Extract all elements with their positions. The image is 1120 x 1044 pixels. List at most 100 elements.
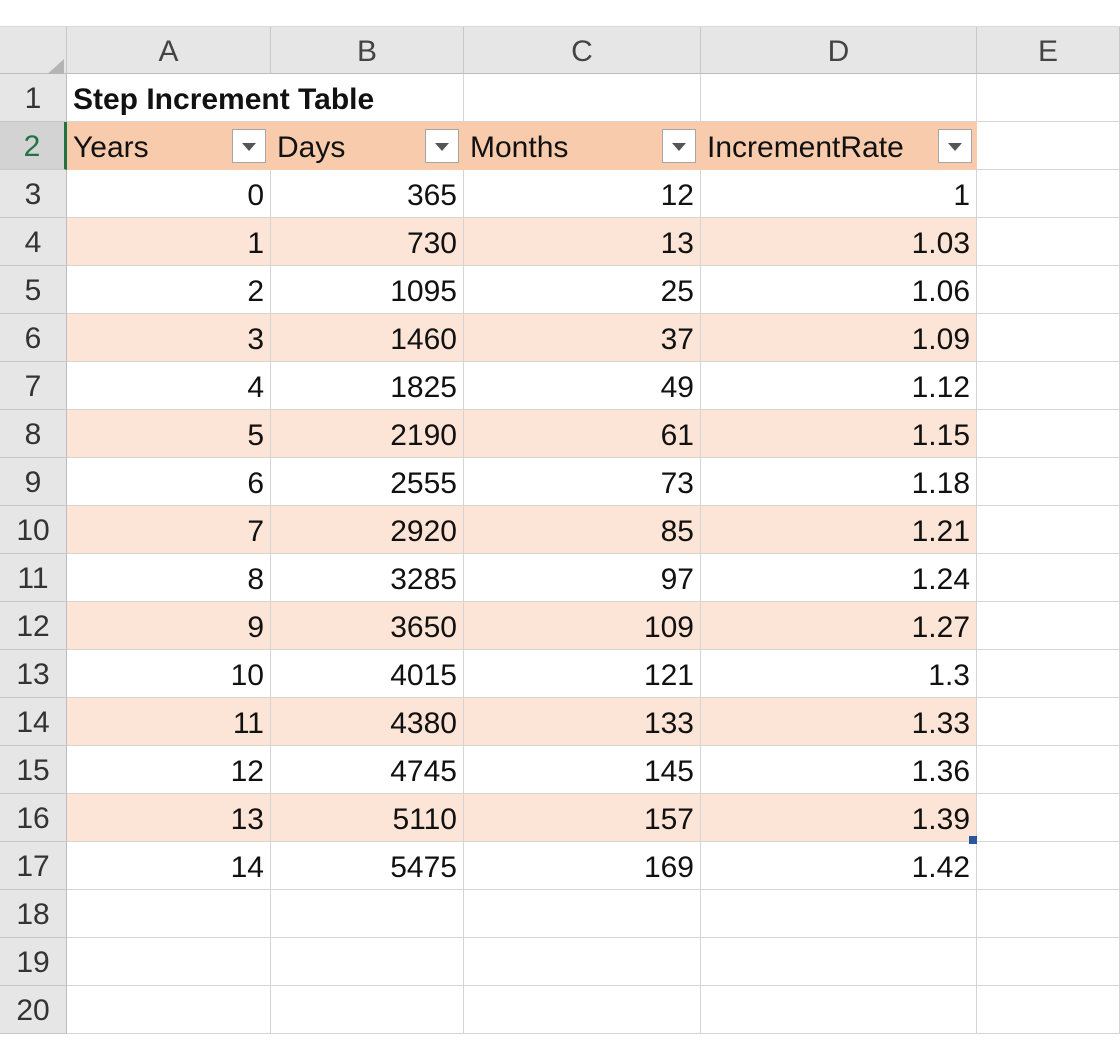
table-cell[interactable]: 1.42 [701, 842, 977, 890]
table-cell[interactable]: 12 [464, 170, 701, 218]
row-header-14[interactable]: 14 [0, 698, 67, 746]
cell-e17[interactable] [977, 842, 1120, 890]
cell-e8[interactable] [977, 410, 1120, 458]
row-header-17[interactable]: 17 [0, 842, 67, 890]
table-cell[interactable]: 1.21 [701, 506, 977, 554]
table-cell[interactable]: 1.09 [701, 314, 977, 362]
row-header-9[interactable]: 9 [0, 458, 67, 506]
table-cell[interactable]: 2920 [271, 506, 464, 554]
table-cell[interactable]: 37 [464, 314, 701, 362]
table-cell[interactable]: 2555 [271, 458, 464, 506]
table-cell[interactable]: 169 [464, 842, 701, 890]
cell-e19[interactable] [977, 938, 1120, 986]
table-cell[interactable]: 4015 [271, 650, 464, 698]
table-cell[interactable]: 85 [464, 506, 701, 554]
table-header-months[interactable]: Months [464, 122, 701, 170]
cell-e11[interactable] [977, 554, 1120, 602]
table-cell[interactable]: 5 [67, 410, 271, 458]
table-cell[interactable]: 9 [67, 602, 271, 650]
table-cell[interactable]: 1.27 [701, 602, 977, 650]
table-cell[interactable]: 2190 [271, 410, 464, 458]
table-cell[interactable]: 1825 [271, 362, 464, 410]
row-header-4[interactable]: 4 [0, 218, 67, 266]
table-cell[interactable]: 1.03 [701, 218, 977, 266]
cell-e16[interactable] [977, 794, 1120, 842]
row-header-16[interactable]: 16 [0, 794, 67, 842]
table-header-years[interactable]: Years [67, 122, 271, 170]
filter-dropdown-icon[interactable] [232, 129, 266, 163]
table-cell[interactable]: 365 [271, 170, 464, 218]
column-header-b[interactable]: B [271, 27, 464, 74]
filter-dropdown-icon[interactable] [662, 129, 696, 163]
cell-e7[interactable] [977, 362, 1120, 410]
cell-c1[interactable] [464, 74, 701, 122]
row-header-12[interactable]: 12 [0, 602, 67, 650]
table-cell[interactable]: 11 [67, 698, 271, 746]
column-header-a[interactable]: A [67, 27, 271, 74]
table-cell[interactable]: 6 [67, 458, 271, 506]
cell-e6[interactable] [977, 314, 1120, 362]
row-header-7[interactable]: 7 [0, 362, 67, 410]
table-cell[interactable]: 97 [464, 554, 701, 602]
table-cell[interactable]: 13 [464, 218, 701, 266]
table-cell[interactable]: 121 [464, 650, 701, 698]
row-header-20[interactable]: 20 [0, 986, 67, 1034]
table-cell[interactable]: 3650 [271, 602, 464, 650]
cell-e14[interactable] [977, 698, 1120, 746]
column-header-c[interactable]: C [464, 27, 701, 74]
cell-d19[interactable] [701, 938, 977, 986]
cell-e15[interactable] [977, 746, 1120, 794]
table-cell[interactable]: 1.15 [701, 410, 977, 458]
table-cell[interactable]: 13 [67, 794, 271, 842]
table-cell[interactable]: 12 [67, 746, 271, 794]
table-cell[interactable]: 1095 [271, 266, 464, 314]
column-header-d[interactable]: D [701, 27, 977, 74]
cell-e20[interactable] [977, 986, 1120, 1034]
cell-a19[interactable] [67, 938, 271, 986]
table-cell[interactable]: 3 [67, 314, 271, 362]
table-cell[interactable]: 0 [67, 170, 271, 218]
table-cell[interactable]: 7 [67, 506, 271, 554]
select-all-corner[interactable] [0, 27, 67, 97]
table-cell[interactable]: 4 [67, 362, 271, 410]
table-cell[interactable]: 730 [271, 218, 464, 266]
cell-c18[interactable] [464, 890, 701, 938]
table-cell[interactable]: 1.12 [701, 362, 977, 410]
table-cell[interactable]: 1.39 [701, 794, 977, 842]
table-cell[interactable]: 8 [67, 554, 271, 602]
cell-b18[interactable] [271, 890, 464, 938]
cell-b1[interactable] [271, 74, 464, 122]
cell-b19[interactable] [271, 938, 464, 986]
row-header-11[interactable]: 11 [0, 554, 67, 602]
cell-e10[interactable] [977, 506, 1120, 554]
cell-e12[interactable] [977, 602, 1120, 650]
table-cell[interactable]: 1.33 [701, 698, 977, 746]
cell-e2[interactable] [977, 122, 1120, 170]
table-cell[interactable]: 133 [464, 698, 701, 746]
table-cell[interactable]: 49 [464, 362, 701, 410]
table-cell[interactable]: 4745 [271, 746, 464, 794]
row-header-15[interactable]: 15 [0, 746, 67, 794]
cell-d1[interactable] [701, 74, 977, 122]
table-cell[interactable]: 1 [701, 170, 977, 218]
table-cell[interactable]: 1 [67, 218, 271, 266]
filter-dropdown-icon[interactable] [425, 129, 459, 163]
cell-e5[interactable] [977, 266, 1120, 314]
row-header-1[interactable]: 1 [0, 74, 67, 122]
cell-e4[interactable] [977, 218, 1120, 266]
cell-e1[interactable] [977, 74, 1120, 122]
cell-e18[interactable] [977, 890, 1120, 938]
table-cell[interactable]: 1.24 [701, 554, 977, 602]
table-cell[interactable]: 61 [464, 410, 701, 458]
table-cell[interactable]: 1.18 [701, 458, 977, 506]
table-cell[interactable]: 109 [464, 602, 701, 650]
row-header-19[interactable]: 19 [0, 938, 67, 986]
row-header-13[interactable]: 13 [0, 650, 67, 698]
table-cell[interactable]: 14 [67, 842, 271, 890]
row-header-3[interactable]: 3 [0, 170, 67, 218]
table-cell[interactable]: 10 [67, 650, 271, 698]
column-header-e[interactable]: E [977, 27, 1120, 74]
cell-b20[interactable] [271, 986, 464, 1034]
table-cell[interactable]: 4380 [271, 698, 464, 746]
row-header-8[interactable]: 8 [0, 410, 67, 458]
